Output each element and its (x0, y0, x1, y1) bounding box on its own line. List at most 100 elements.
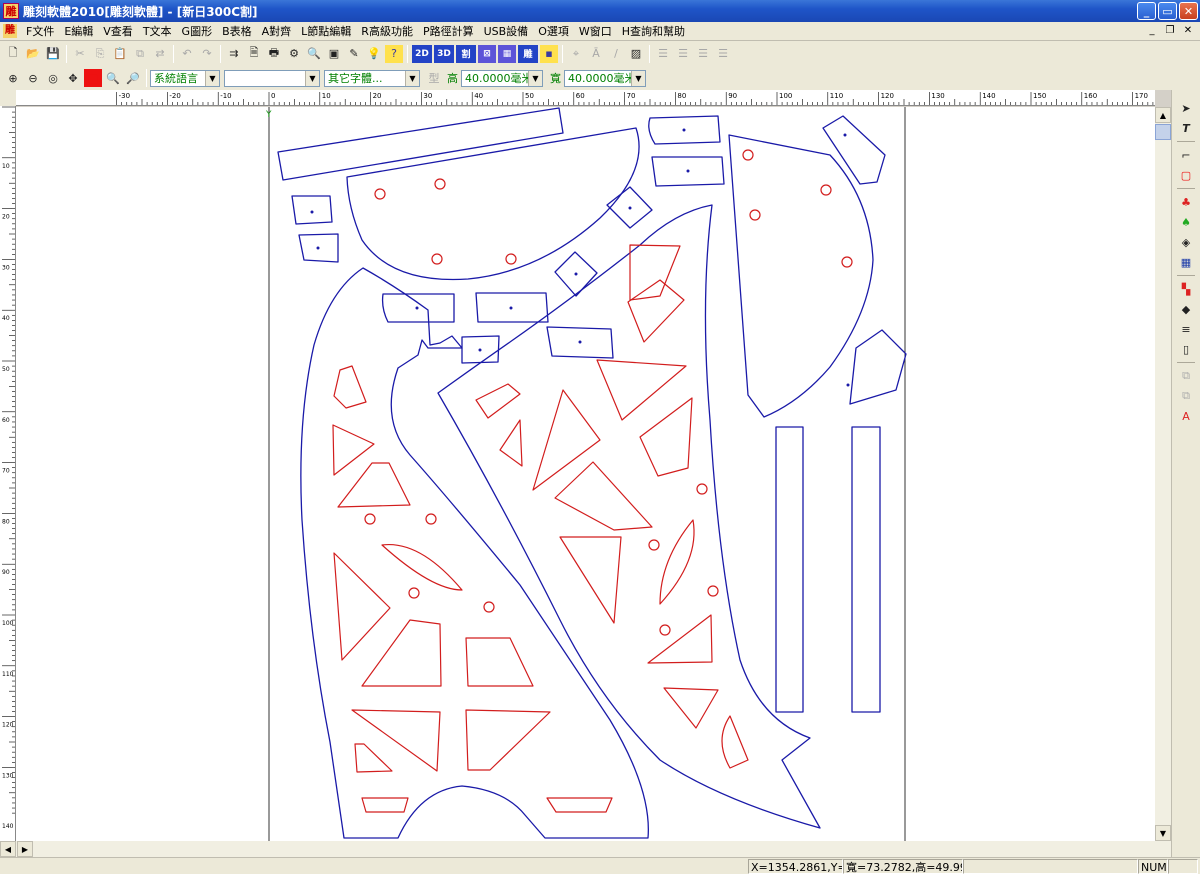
import-icon[interactable]: ⇉ (225, 45, 243, 63)
mdi-close-icon[interactable]: ✕ (1180, 24, 1196, 38)
menu-file[interactable]: F文件 (21, 22, 59, 41)
scroll-up-icon[interactable]: ▲ (1155, 107, 1171, 123)
zoom-page-icon[interactable]: 🔍 (104, 69, 122, 87)
save-icon[interactable]: 💾 (44, 45, 62, 63)
language-select[interactable]: 系統語言 ▼ (150, 69, 220, 87)
cut-icon[interactable]: ✂ (71, 45, 89, 63)
color-icon[interactable]: ▪ (540, 44, 558, 63)
maximize-button[interactable]: ▭ (1158, 2, 1177, 20)
print-preview-icon[interactable]: 🔍 (305, 45, 323, 63)
clone-icon[interactable]: ⧉ (131, 45, 149, 63)
merge-icon[interactable]: ⧉ (1177, 387, 1195, 405)
drill-holes[interactable] (310, 128, 853, 636)
drawing-canvas[interactable]: Y (16, 107, 1155, 841)
menu-path-calc[interactable]: P路徑計算 (418, 22, 479, 41)
menu-advanced[interactable]: R高級功能 (356, 22, 418, 41)
chevron-down-icon[interactable]: ▼ (528, 70, 542, 86)
replace-icon[interactable]: ⇄ (151, 45, 169, 63)
engrave-button[interactable]: 雕 (518, 44, 538, 63)
font-style-icon[interactable]: 型 (425, 69, 443, 87)
zoom-out-icon[interactable]: ⊖ (24, 69, 42, 87)
horizontal-ruler[interactable]: -30 -20 -10 0 10 20 30 40 50 60 70 80 90 100 110 120 130… (16, 90, 1155, 106)
vertical-scrollbar[interactable]: ▲ ▼ (1155, 107, 1171, 841)
menu-usb-device[interactable]: USB設備 (479, 22, 534, 41)
vertical-ruler[interactable]: 10 20 30 40 50 60 70 80 90 100 110 120 130 140 (0, 106, 16, 841)
text-tool-icon[interactable]: T (1177, 119, 1195, 137)
menu-options[interactable]: O選項 (533, 22, 574, 41)
minimize-button[interactable]: _ (1137, 2, 1156, 20)
font-select[interactable]: ▼ (224, 69, 320, 87)
cut-mode-button[interactable]: 割 (456, 44, 476, 63)
vertical-scroll-thumb[interactable] (1155, 124, 1171, 140)
fill-tool-icon[interactable]: ◆ (1177, 300, 1195, 318)
width-select[interactable]: 40.0000毫米 ▼ (564, 69, 646, 87)
menu-table[interactable]: B表格 (217, 22, 257, 41)
mdi-restore-icon[interactable]: ❐ (1162, 24, 1178, 38)
cherry-icon[interactable]: ♣ (1177, 193, 1195, 211)
cutout-holes[interactable] (332, 244, 749, 813)
other-font-select[interactable]: 其它字體... ▼ (324, 69, 420, 87)
menu-align[interactable]: A對齊 (257, 22, 297, 41)
help-icon[interactable]: ? (385, 44, 403, 63)
table-tool-icon[interactable]: ▦ (1177, 253, 1195, 271)
menu-graphics[interactable]: G圖形 (177, 22, 218, 41)
horizontal-scrollbar[interactable]: ◀ ▶ (0, 841, 1171, 857)
shapes-icon[interactable]: ◈ (1177, 233, 1195, 251)
mirror-icon[interactable]: ⊠ (478, 44, 496, 63)
text-a-icon[interactable]: Ā (587, 45, 605, 63)
symbol-icon[interactable]: ♠ (1177, 213, 1195, 231)
fill-icon[interactable]: ▦ (498, 44, 516, 63)
frame-icon[interactable]: ▣ (325, 45, 343, 63)
chevron-down-icon[interactable]: ▼ (405, 70, 419, 86)
align-left-icon[interactable]: ☰ (654, 45, 672, 63)
height-select[interactable]: 40.0000毫米 ▼ (461, 69, 543, 87)
title-bar[interactable]: 雕 雕刻軟體2010[雕刻軟體] - [新日300C割] _ ▭ ✕ (0, 0, 1200, 22)
menu-window[interactable]: W窗口 (574, 22, 617, 41)
document-icon[interactable]: 雕 (3, 24, 17, 38)
page-tool-icon[interactable]: ▯ (1177, 340, 1195, 358)
align-center-icon[interactable]: ☰ (674, 45, 692, 63)
undo-icon[interactable]: ↶ (178, 45, 196, 63)
menu-edit[interactable]: E編輯 (59, 22, 98, 41)
edit-frame-icon[interactable]: ▨ (627, 45, 645, 63)
pan-icon[interactable]: ✥ (64, 69, 82, 87)
scroll-down-icon[interactable]: ▼ (1155, 825, 1171, 841)
select-arrow-icon[interactable]: ➤ (1177, 99, 1195, 117)
redo-icon[interactable]: ↷ (198, 45, 216, 63)
rectangle-tool-icon[interactable]: ▢ (1177, 166, 1195, 184)
layer-icon[interactable]: ⧉ (1177, 367, 1195, 385)
mode-2d-button[interactable]: 2D (412, 44, 432, 63)
print-setup-icon[interactable]: ⚙ (285, 45, 303, 63)
zoom-fit-icon[interactable]: ◎ (44, 69, 62, 87)
node-tool-icon[interactable]: ⌐ (1177, 146, 1195, 164)
menu-help[interactable]: H查詢和幫助 (617, 22, 690, 41)
text-fit-icon[interactable]: A (1177, 407, 1195, 425)
stop-icon[interactable]: ■ (84, 69, 102, 87)
export-icon[interactable]: 🗎 (245, 45, 263, 63)
close-button[interactable]: ✕ (1179, 2, 1198, 20)
bulb-icon[interactable]: 💡 (365, 45, 383, 63)
zoom-in-icon[interactable]: ⊕ (4, 69, 22, 87)
scroll-left-icon[interactable]: ◀ (0, 841, 16, 857)
chevron-down-icon[interactable]: ▼ (305, 70, 319, 86)
print-icon[interactable]: 🖶 (265, 45, 283, 63)
mdi-minimize-icon[interactable]: _ (1144, 24, 1160, 38)
outer-parts[interactable] (277, 107, 907, 839)
menu-view[interactable]: V查看 (98, 22, 138, 41)
align-tool-icon[interactable]: ≡ (1177, 320, 1195, 338)
chevron-down-icon[interactable]: ▼ (205, 70, 219, 86)
paste-icon[interactable]: 📋 (111, 45, 129, 63)
palette-icon[interactable]: ▚ (1177, 280, 1195, 298)
copy-icon[interactable]: ⎘ (91, 45, 109, 63)
menu-node-edit[interactable]: L節點編輯 (296, 22, 356, 41)
node-icon[interactable]: ⌖ (567, 45, 585, 63)
align-justify-icon[interactable]: ☰ (714, 45, 732, 63)
new-icon[interactable]: 🗋 (4, 45, 22, 63)
mode-3d-button[interactable]: 3D (434, 44, 454, 63)
app-icon[interactable]: 雕 (3, 3, 19, 19)
pen-icon[interactable]: ✎ (345, 45, 363, 63)
zoom-all-icon[interactable]: 🔎 (124, 69, 142, 87)
open-icon[interactable]: 📂 (24, 45, 42, 63)
menu-text[interactable]: T文本 (138, 22, 177, 41)
slash-icon[interactable]: / (607, 45, 625, 63)
